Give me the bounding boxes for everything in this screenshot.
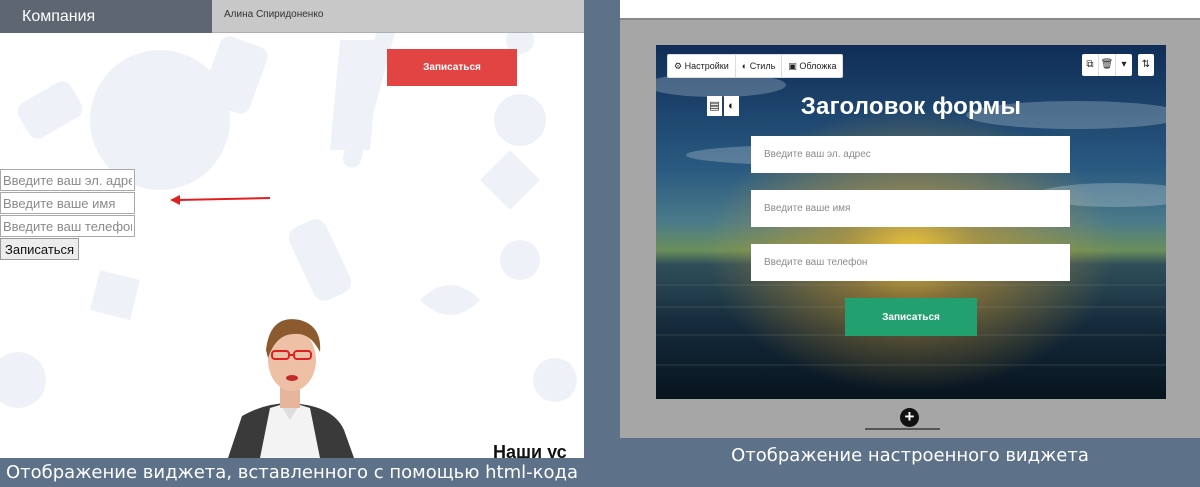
copy-icon[interactable]: ⧉ (1082, 54, 1099, 76)
woman-photo (228, 319, 354, 458)
company-label: Компания (22, 8, 96, 25)
editor-canvas: ⚙ Настройки ◐ Стиль ▣ Обложка ⧉ 🗑 ▾ ⇅ ▤ … (620, 18, 1200, 438)
block-toolbar: ⚙ Настройки ◐ Стиль ▣ Обложка (667, 54, 844, 78)
user-bar: Алина Спиридоненко (212, 0, 584, 33)
caption-right: Отображение настроенного виджета (731, 445, 1089, 466)
phone-input[interactable] (0, 215, 135, 237)
sort-group: ⇅ (1138, 54, 1154, 76)
widget-phone-input[interactable] (751, 244, 1070, 281)
user-name: Алина Спиридоненко (224, 9, 324, 20)
cover-label: Обложка (799, 61, 837, 71)
chevron-down-icon[interactable]: ▾ (1116, 54, 1132, 76)
widget-submit-button[interactable]: Записаться (845, 298, 977, 336)
style-label: Стиль (749, 61, 776, 71)
raw-html-form: Записаться (0, 169, 135, 260)
company-nav-item[interactable]: Компания (0, 0, 212, 33)
signup-button[interactable]: Записаться (387, 49, 517, 86)
block-actions: ⧉ 🗑 ▾ ⇅ (1082, 54, 1154, 76)
resize-handle[interactable] (865, 428, 940, 430)
edit-actions-group: ⧉ 🗑 ▾ (1082, 54, 1132, 76)
settings-tab[interactable]: ⚙ Настройки (668, 55, 736, 77)
add-block-plus-icon[interactable]: + (900, 408, 919, 427)
email-input[interactable] (0, 169, 135, 191)
trash-icon[interactable]: 🗑 (1099, 54, 1116, 76)
form-widget[interactable]: ⚙ Настройки ◐ Стиль ▣ Обложка ⧉ 🗑 ▾ ⇅ ▤ … (656, 45, 1166, 399)
red-arrow-annotation (170, 195, 271, 205)
html-widget-preview: Компания Алина Спиридоненко Записаться З… (0, 0, 584, 458)
widget-name-input[interactable] (751, 190, 1070, 227)
canvas-top-border (620, 18, 1200, 20)
submit-button[interactable]: Записаться (0, 238, 80, 260)
contrast-icon: ◐ (741, 61, 748, 71)
style-tab[interactable]: ◐ Стиль (736, 55, 783, 77)
settings-label: Настройки (684, 61, 729, 71)
cover-tab[interactable]: ▣ Обложка (782, 55, 842, 77)
form-title[interactable]: Заголовок формы (656, 93, 1166, 121)
sort-icon[interactable]: ⇅ (1138, 54, 1154, 76)
section-heading-cut: Наши ус (493, 442, 567, 458)
widget-email-input[interactable] (751, 136, 1070, 173)
image-icon: ▣ (788, 61, 797, 71)
gear-icon: ⚙ (674, 61, 683, 71)
name-input[interactable] (0, 192, 135, 214)
caption-left: Отображение виджета, вставленного с помо… (5, 462, 578, 483)
configured-widget-editor: ⚙ Настройки ◐ Стиль ▣ Обложка ⧉ 🗑 ▾ ⇅ ▤ … (620, 0, 1200, 438)
